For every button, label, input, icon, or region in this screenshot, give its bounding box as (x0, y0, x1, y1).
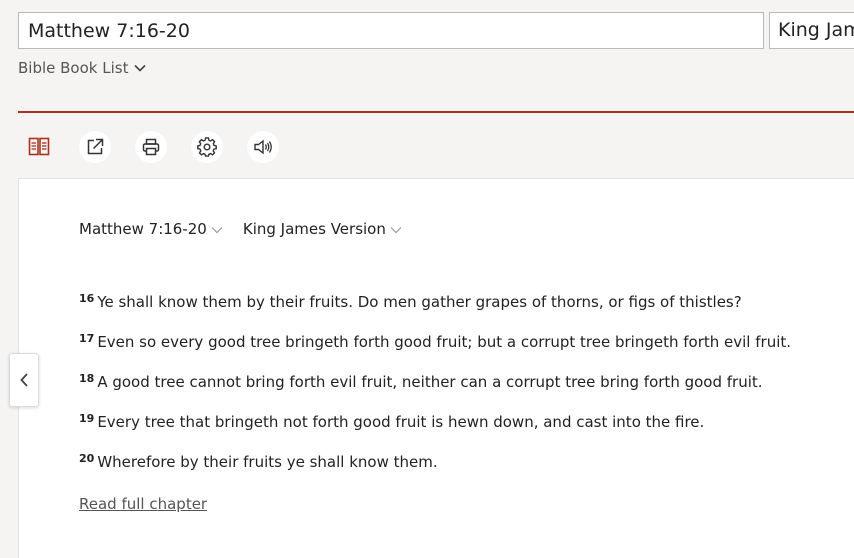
share-button[interactable] (79, 131, 111, 163)
verse-text: Ye shall know them by their fruits. Do m… (97, 293, 742, 311)
read-full-chapter-link[interactable]: Read full chapter (79, 495, 207, 513)
header-divider (18, 111, 854, 113)
verse-text: A good tree cannot bring forth evil frui… (97, 373, 763, 391)
verse-text: Even so every good tree bringeth forth g… (97, 333, 792, 351)
passage-reference-dropdown[interactable]: Matthew 7:16-20 (79, 220, 223, 238)
verse-19: 19 Every tree that bringeth not forth goo… (79, 412, 704, 431)
audio-button[interactable] (247, 131, 279, 163)
chevron-down-icon (390, 227, 402, 234)
verse-16: 16 Ye shall know them by their fruits. Do… (79, 292, 742, 311)
previous-passage-button[interactable] (9, 353, 39, 407)
chevron-down-icon (211, 227, 223, 234)
gear-icon (197, 137, 217, 157)
passage-header: Matthew 7:16-20 King James Version (79, 220, 402, 238)
version-select[interactable]: King James Version (769, 12, 854, 49)
bible-book-list-toggle[interactable]: Bible Book List (18, 59, 147, 77)
passage-version-dropdown[interactable]: King James Version (243, 220, 402, 238)
speaker-icon (254, 139, 272, 155)
passage-search-input[interactable] (18, 12, 764, 49)
verse-17: 17 Even so every good tree bringeth forth… (79, 332, 791, 351)
passage-version: King James Version (242, 220, 386, 238)
chevron-down-icon (134, 64, 147, 72)
verse-number: 19 (79, 412, 95, 425)
verse-text: Wherefore by their fruits ye shall know … (97, 453, 438, 471)
verse-number: 17 (79, 332, 95, 345)
print-icon (142, 138, 160, 156)
passage-reference: Matthew 7:16-20 (79, 220, 207, 238)
verse-20: 20 Wherefore by their fruits ye shall kno… (79, 452, 438, 471)
verse-18: 18 A good tree cannot bring forth evil fr… (79, 372, 763, 391)
print-button[interactable] (135, 131, 167, 163)
parallel-view-button[interactable] (23, 131, 55, 163)
verse-number: 16 (79, 292, 95, 305)
bible-book-list-label: Bible Book List (18, 59, 129, 77)
parallel-view-icon (28, 137, 50, 156)
bible-passage-page: King James Version Bible Book List (0, 0, 854, 558)
settings-button[interactable] (191, 131, 223, 163)
share-icon (87, 138, 104, 155)
verse-number: 20 (79, 452, 95, 465)
verse-number: 18 (79, 372, 95, 385)
verse-text: Every tree that bringeth not forth good … (97, 413, 705, 431)
chevron-left-icon (20, 373, 28, 387)
